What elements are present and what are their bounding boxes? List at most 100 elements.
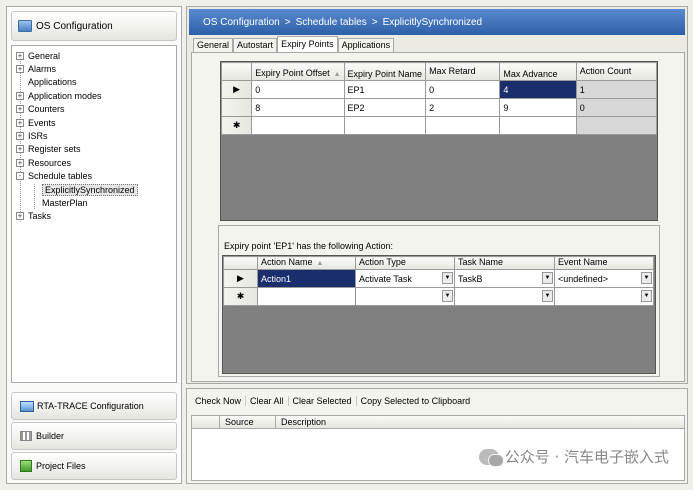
tree-item-general[interactable]: + General [12, 49, 176, 62]
nav-project-files[interactable]: Project Files [11, 452, 177, 480]
cell-max-advance[interactable] [499, 116, 577, 135]
expand-icon[interactable]: + [16, 91, 24, 100]
tab-general[interactable]: General [193, 38, 234, 52]
expiry-points-grid[interactable]: Expiry Point Offset ▲ Expiry Point Name M… [220, 61, 658, 221]
collapse-icon[interactable]: - [16, 172, 24, 181]
column-header-description[interactable]: Description [276, 416, 396, 428]
clear-all-button[interactable]: Clear All [246, 396, 289, 406]
chevron-down-icon[interactable]: ▼ [442, 290, 453, 302]
tree-item-masterplan[interactable]: MasterPlan [12, 196, 176, 209]
tab-applications[interactable]: Applications [337, 38, 395, 52]
tree-label: Resources [28, 157, 72, 168]
nav-label: Builder [36, 431, 65, 441]
os-configuration-header[interactable]: OS Configuration [11, 11, 177, 41]
row-pointer-icon[interactable]: ▶ [220, 80, 253, 99]
check-now-button[interactable]: Check Now [191, 396, 247, 406]
clear-selected-button[interactable]: Clear Selected [289, 396, 357, 406]
tree-item-isrs[interactable]: + ISRs [12, 129, 176, 142]
event-name-select[interactable]: <undefined> ▼ [554, 269, 654, 288]
tree-item-alarms[interactable]: + Alarms [12, 62, 176, 75]
column-header[interactable]: Action Name ▲ [257, 256, 356, 270]
cell-action-name[interactable] [257, 287, 356, 306]
cell-max-advance[interactable]: 4 [499, 80, 577, 99]
table-row[interactable]: ▶ Action1 Activate Task ▼ TaskB ▼ <undef… [223, 269, 654, 288]
column-header[interactable]: Task Name [454, 256, 555, 270]
task-name-select[interactable]: ▼ [454, 287, 555, 306]
actions-grid[interactable]: Action Name ▲ Action Type Task Name Event… [222, 255, 656, 374]
expand-icon[interactable]: + [16, 158, 24, 167]
tree-item-resources[interactable]: + Resources [12, 156, 176, 169]
nav-rta-trace-configuration[interactable]: RTA-TRACE Configuration [11, 392, 177, 420]
column-header[interactable]: Expiry Point Offset ▲ [251, 62, 345, 81]
new-row[interactable]: ✱ [220, 116, 658, 135]
new-row[interactable]: ✱ ▼ ▼ ▼ [223, 287, 654, 306]
expand-icon[interactable]: + [16, 132, 24, 141]
action-group: Expiry point 'EP1' has the following Act… [218, 225, 660, 377]
select-value: TaskB [458, 273, 483, 284]
tree-item-counters[interactable]: + Counters [12, 103, 176, 116]
cell-offset[interactable] [251, 116, 345, 135]
column-header[interactable]: Max Advance [499, 62, 577, 81]
cell-max-advance[interactable]: 9 [499, 98, 577, 117]
nav-label: RTA-TRACE Configuration [37, 401, 144, 411]
chevron-down-icon[interactable]: ▼ [641, 290, 652, 302]
tree-item-schedule-tables[interactable]: - Schedule tables [12, 170, 176, 183]
row-selector[interactable] [220, 98, 253, 117]
new-row-icon[interactable]: ✱ [223, 287, 258, 306]
column-header[interactable]: Expiry Point Name [343, 62, 427, 81]
cell-max-retard[interactable] [425, 116, 501, 135]
watermark-text: 公众号 · 汽车电子嵌入式 [504, 448, 669, 466]
new-row-icon[interactable]: ✱ [220, 116, 253, 135]
expand-icon[interactable]: + [16, 105, 24, 114]
tab-autostart[interactable]: Autostart [233, 38, 278, 52]
tree-item-applications[interactable]: Applications [12, 76, 176, 89]
chevron-down-icon[interactable]: ▼ [542, 272, 553, 284]
column-header[interactable]: Action Count [575, 62, 658, 81]
breadcrumb-item[interactable]: OS Configuration [203, 17, 280, 28]
cell-name[interactable]: EP1 [343, 80, 427, 99]
configuration-tree[interactable]: + General + Alarms Applications + Applic… [11, 45, 177, 383]
tree-item-tasks[interactable]: + Tasks [12, 210, 176, 223]
sort-up-icon: ▲ [333, 71, 341, 78]
chevron-down-icon[interactable]: ▼ [641, 272, 652, 284]
copy-to-clipboard-button[interactable]: Copy Selected to Clipboard [357, 396, 475, 406]
tree-item-register-sets[interactable]: + Register sets [12, 143, 176, 156]
event-name-select[interactable]: ▼ [554, 287, 654, 306]
expand-icon[interactable]: + [16, 65, 24, 74]
chevron-down-icon[interactable]: ▼ [442, 272, 453, 284]
cell-action-name[interactable]: Action1 [257, 269, 356, 288]
row-pointer-icon[interactable]: ▶ [223, 269, 258, 288]
action-type-select[interactable]: ▼ [355, 287, 455, 306]
left-panel: OS Configuration + General + Alarms Appl… [6, 6, 182, 484]
tree-item-application-modes[interactable]: + Application modes [12, 89, 176, 102]
tree-item-events[interactable]: + Events [12, 116, 176, 129]
cell-offset[interactable]: 8 [251, 98, 345, 117]
column-header-source[interactable]: Source [220, 416, 276, 428]
column-header[interactable]: Max Retard [425, 62, 501, 81]
cell-offset[interactable]: 0 [251, 80, 345, 99]
table-row[interactable]: ▶ 0 EP1 0 4 1 [220, 80, 658, 99]
action-type-select[interactable]: Activate Task ▼ [355, 269, 455, 288]
output-panel: Check Now Clear All Clear Selected Copy … [186, 388, 688, 484]
expand-icon[interactable]: + [16, 51, 24, 60]
expand-icon[interactable]: + [16, 118, 24, 127]
cell-max-retard[interactable]: 0 [425, 80, 501, 99]
chevron-down-icon[interactable]: ▼ [542, 290, 553, 302]
tree-label: Applications [28, 77, 77, 88]
expand-icon[interactable]: + [16, 212, 24, 221]
tab-expiry-points[interactable]: Expiry Points [277, 36, 338, 52]
column-header[interactable]: Event Name [554, 256, 654, 270]
task-name-select[interactable]: TaskB ▼ [454, 269, 555, 288]
tab-strip: General Autostart Expiry Points Applicat… [193, 36, 395, 52]
cell-max-retard[interactable]: 2 [425, 98, 501, 117]
expand-icon[interactable]: + [16, 145, 24, 154]
table-row[interactable]: 8 EP2 2 9 0 [220, 98, 658, 117]
cell-name[interactable] [343, 116, 427, 135]
breadcrumb-item[interactable]: Schedule tables [296, 17, 367, 28]
nav-builder[interactable]: Builder [11, 422, 177, 450]
column-header[interactable]: Action Type [355, 256, 455, 270]
cell-name[interactable]: EP2 [343, 98, 427, 117]
tree-item-explicitly-synchronized[interactable]: ExplicitlySynchronized [12, 183, 176, 196]
breadcrumb-item[interactable]: ExplicitlySynchronized [383, 17, 483, 28]
row-header-corner [220, 62, 253, 81]
